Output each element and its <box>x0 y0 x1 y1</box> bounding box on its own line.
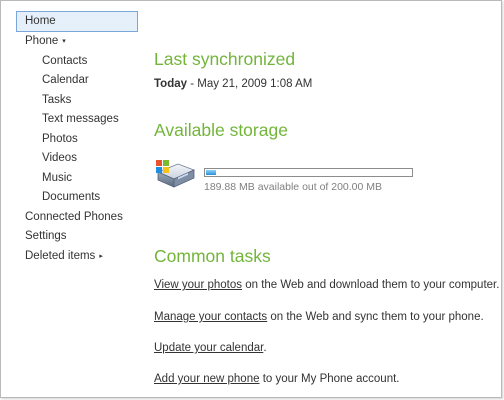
sidebar-item-videos[interactable]: Videos <box>16 149 138 169</box>
sidebar-item-photos[interactable]: Photos <box>16 130 138 150</box>
sidebar-item-contacts[interactable]: Contacts <box>16 52 138 72</box>
sidebar-item-phone[interactable]: Phone ▾ <box>16 32 138 52</box>
sidebar-item-label: Deleted items <box>25 249 96 262</box>
sidebar-item-music[interactable]: Music <box>16 169 138 189</box>
storage-progress-bar <box>204 168 413 177</box>
sync-day: Today <box>154 78 188 90</box>
storage-device-icon <box>156 160 196 188</box>
last-sync-info: Today - May 21, 2009 1:08 AM <box>154 78 312 90</box>
common-tasks-heading: Common tasks <box>154 246 271 266</box>
sync-separator: - <box>187 78 198 90</box>
sidebar-item-deleted-items[interactable]: Deleted items ▸ <box>16 247 138 267</box>
task-text: . <box>263 342 267 354</box>
sidebar-item-text-messages[interactable]: Text messages <box>16 110 138 130</box>
sidebar-item-connected-phones[interactable]: Connected Phones <box>16 208 138 228</box>
sidebar-item-home[interactable]: Home <box>16 11 138 32</box>
last-synchronized-heading: Last synchronized <box>154 49 296 69</box>
sidebar-item-settings[interactable]: Settings <box>16 227 138 247</box>
chevron-down-icon: ▾ <box>62 38 66 45</box>
sidebar-item-tasks[interactable]: Tasks <box>16 91 138 111</box>
task-text: on the Web and download them to your com… <box>242 279 500 291</box>
sidebar-nav: Home Phone ▾ Contacts Calendar Tasks Text… <box>16 11 138 266</box>
sync-datetime: May 21, 2009 1:08 AM <box>197 78 313 90</box>
chevron-right-icon: ▸ <box>99 252 103 260</box>
task-text: to your My Phone account. <box>259 373 400 385</box>
task-manage-contacts: Manage your contacts on the Web and sync… <box>154 311 484 323</box>
update-calendar-link[interactable]: Update your calendar <box>154 342 263 354</box>
task-view-photos: View your photos on the Web and download… <box>154 279 499 291</box>
add-phone-link[interactable]: Add your new phone <box>154 373 260 385</box>
task-update-calendar: Update your calendar. <box>154 342 267 354</box>
sidebar-item-documents[interactable]: Documents <box>16 188 138 208</box>
view-photos-link[interactable]: View your photos <box>154 279 242 291</box>
storage-progress-fill <box>206 170 216 175</box>
task-add-phone: Add your new phone to your My Phone acco… <box>154 373 400 385</box>
sidebar-item-label: Phone <box>25 35 59 47</box>
manage-contacts-link[interactable]: Manage your contacts <box>154 311 267 323</box>
task-text: on the Web and sync them to your phone. <box>267 311 484 323</box>
sidebar-item-calendar[interactable]: Calendar <box>16 71 138 91</box>
available-storage-heading: Available storage <box>154 120 288 140</box>
storage-summary: 189.88 MB available out of 200.00 MB <box>204 181 383 193</box>
